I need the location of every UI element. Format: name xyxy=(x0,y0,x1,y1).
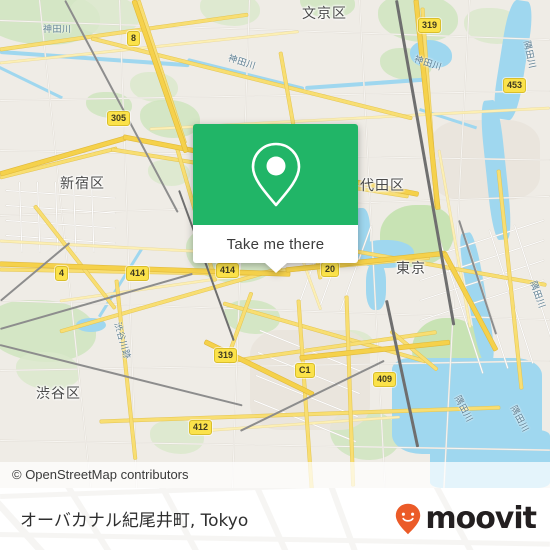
map-pin-icon xyxy=(251,142,300,206)
callout-pointer-tail xyxy=(264,263,287,273)
road-shield: 8 xyxy=(127,31,141,46)
map-city-label-bunkyo: 文京区 xyxy=(302,6,347,22)
road-shield: 319 xyxy=(418,18,442,33)
map-attribution-bar: © OpenStreetMap contributors xyxy=(0,462,550,488)
take-me-there-label: Take me there xyxy=(226,235,325,253)
road-minor xyxy=(5,220,116,229)
moovit-location-card: 神田川 神田川 神田川 渋谷川跡 隅田川 隅田川 隅田川 隅田川 文京区 新宿区… xyxy=(0,0,550,550)
road-shield: C1 xyxy=(295,363,315,378)
road-shield: 20 xyxy=(321,262,340,277)
take-me-there-button[interactable]: Take me there xyxy=(193,225,358,263)
road-shield: 305 xyxy=(107,111,131,126)
take-me-there-callout[interactable]: Take me there xyxy=(193,124,358,273)
road-shield: 4 xyxy=(55,266,69,281)
map-city-label-tokyo: 東京 xyxy=(396,261,426,277)
map-city-label-shinjuku: 新宿区 xyxy=(60,176,105,192)
footer-bar: オーバカナル紀尾井町, Tokyo moovit xyxy=(0,488,550,550)
water-moat xyxy=(366,262,386,310)
road-primary xyxy=(115,280,137,460)
water-stream xyxy=(0,66,63,100)
moovit-smiling-pin-icon xyxy=(396,503,421,535)
osm-attribution-text[interactable]: © OpenStreetMap contributors xyxy=(12,467,189,482)
moovit-wordmark: moovit xyxy=(425,501,537,536)
landuse-green xyxy=(200,0,260,26)
road-shield: 453 xyxy=(503,78,527,93)
road-shield: 414 xyxy=(216,263,240,278)
road-shield: 412 xyxy=(189,420,213,435)
callout-pin-panel xyxy=(193,124,358,225)
road-motorway xyxy=(0,136,127,176)
location-title: オーバカナル紀尾井町, Tokyo xyxy=(20,511,249,531)
road-minor xyxy=(55,182,59,252)
road-minor xyxy=(0,90,550,101)
road-shield: 409 xyxy=(373,372,397,387)
map-city-label-shibuya: 渋谷区 xyxy=(36,386,81,402)
moovit-logo[interactable]: moovit xyxy=(395,501,537,536)
road-shield: 319 xyxy=(214,348,238,363)
map-city-label-daita: 代田区 xyxy=(360,178,405,194)
water-stream xyxy=(305,77,425,90)
road-shield: 414 xyxy=(126,266,150,281)
water-label: 神田川 xyxy=(43,25,72,35)
